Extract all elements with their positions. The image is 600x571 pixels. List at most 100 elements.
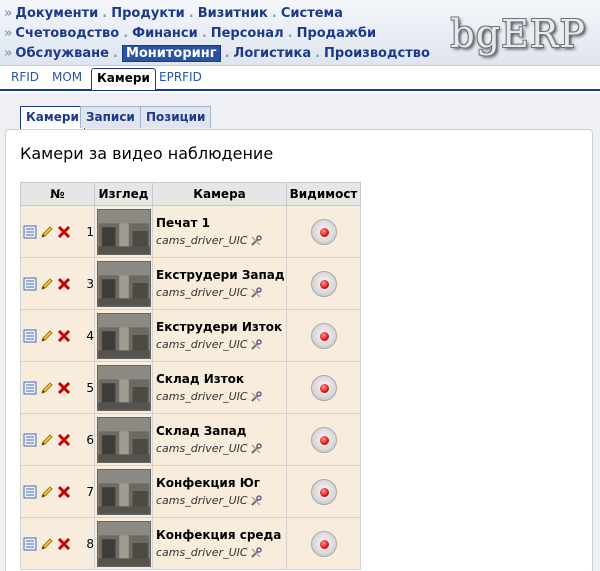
visibility-record-icon[interactable]	[310, 322, 337, 349]
camera-thumbnail[interactable]	[96, 208, 151, 255]
visibility-record-icon[interactable]	[310, 218, 337, 245]
subnav-cameras[interactable]: Камери	[91, 68, 156, 90]
tab-positions[interactable]: Позиции	[140, 106, 212, 128]
delete-x-icon[interactable]	[57, 537, 71, 551]
visibility-record-icon[interactable]	[310, 374, 337, 401]
edit-pencil-icon[interactable]	[40, 329, 54, 343]
camera-thumbnail[interactable]	[96, 260, 151, 307]
menu-separator: .	[123, 26, 129, 41]
edit-pencil-icon[interactable]	[40, 537, 54, 551]
list-icon[interactable]	[23, 225, 37, 239]
header-visibility[interactable]: Видимост	[286, 182, 361, 206]
header-number[interactable]: №	[20, 182, 95, 206]
camera-name[interactable]: Склад Изток	[153, 372, 286, 386]
menu-production[interactable]: Производство	[324, 46, 430, 61]
menu-contacts[interactable]: Визитник	[198, 6, 268, 21]
subnav-eprfid[interactable]: EPRFID	[159, 70, 202, 84]
menu-sales[interactable]: Продажби	[297, 26, 377, 41]
list-icon[interactable]	[23, 277, 37, 291]
camera-name[interactable]: Екструдери Запад	[153, 268, 286, 282]
list-icon[interactable]	[23, 433, 37, 447]
delete-x-icon[interactable]	[57, 433, 71, 447]
visibility-record-icon[interactable]	[310, 426, 337, 453]
menu-system[interactable]: Система	[281, 6, 343, 21]
tab-cameras[interactable]: Камери	[20, 106, 85, 130]
wrench-icon[interactable]	[250, 391, 262, 403]
row-camera-cell: Екструдери Изток cams_driver_UIC	[152, 309, 287, 362]
menu-finance[interactable]: Финанси	[132, 26, 198, 41]
camera-thumbnail[interactable]	[96, 364, 151, 411]
list-icon[interactable]	[23, 485, 37, 499]
header-camera[interactable]: Камера	[152, 182, 287, 206]
list-icon[interactable]	[23, 329, 37, 343]
row-number: 6	[86, 432, 94, 447]
wrench-icon[interactable]	[250, 287, 262, 299]
menu-personnel[interactable]: Персонал	[211, 26, 284, 41]
wrench-icon[interactable]	[250, 443, 262, 455]
row-number: 4	[86, 328, 94, 343]
edit-pencil-icon[interactable]	[40, 277, 54, 291]
row-visibility-cell	[286, 465, 361, 518]
delete-x-icon[interactable]	[57, 277, 71, 291]
menu-monitoring[interactable]: Мониторинг	[121, 45, 221, 62]
edit-pencil-icon[interactable]	[40, 485, 54, 499]
visibility-record-icon[interactable]	[310, 270, 337, 297]
row-visibility-cell	[286, 361, 361, 414]
edit-pencil-icon[interactable]	[40, 433, 54, 447]
menu-separator: .	[201, 26, 207, 41]
edit-pencil-icon[interactable]	[40, 381, 54, 395]
menu-logistics[interactable]: Логистика	[234, 46, 312, 61]
delete-x-icon[interactable]	[57, 329, 71, 343]
app-logo[interactable]: bgERP	[450, 12, 586, 56]
list-icon[interactable]	[23, 381, 37, 395]
header-view[interactable]: Изглед	[94, 182, 153, 206]
subnav-rfid[interactable]: RFID	[11, 70, 39, 84]
menu-separator: .	[224, 46, 230, 61]
wrench-icon[interactable]	[250, 339, 262, 351]
camera-name[interactable]: Конфекция среда	[153, 528, 286, 542]
camera-name[interactable]: Конфекция Юг	[153, 476, 286, 490]
table-header-row: № Изглед Камера Видимост	[20, 182, 361, 206]
row-view-cell	[94, 309, 153, 362]
visibility-record-icon[interactable]	[310, 478, 337, 505]
table-row: 5 Склад Изток cams_driver_UIC	[20, 361, 361, 414]
camera-thumbnail[interactable]	[96, 312, 151, 359]
menu-service[interactable]: Обслужване	[15, 46, 109, 61]
row-visibility-cell	[286, 413, 361, 466]
camera-driver: cams_driver_UIC	[153, 390, 286, 403]
camera-thumbnail[interactable]	[96, 416, 151, 463]
menu-products[interactable]: Продукти	[111, 6, 185, 21]
camera-thumbnail[interactable]	[96, 520, 151, 567]
camera-thumbnail[interactable]	[96, 468, 151, 515]
menu-bullet: »	[4, 26, 13, 41]
camera-driver: cams_driver_UIC	[153, 286, 286, 299]
wrench-icon[interactable]	[250, 547, 262, 559]
row-visibility-cell	[286, 309, 361, 362]
wrench-icon[interactable]	[250, 495, 262, 507]
row-number: 7	[86, 484, 94, 499]
camera-name[interactable]: Печат 1	[153, 216, 286, 230]
delete-x-icon[interactable]	[57, 381, 71, 395]
row-camera-cell: Конфекция Юг cams_driver_UIC	[152, 465, 287, 518]
tab-records[interactable]: Записи	[80, 106, 141, 128]
visibility-record-icon[interactable]	[310, 530, 337, 557]
delete-x-icon[interactable]	[57, 225, 71, 239]
subnav-mom[interactable]: MOM	[52, 70, 82, 84]
list-icon[interactable]	[23, 537, 37, 551]
table-row: 8 Конфекция среда cams_driver_UIC	[20, 517, 361, 570]
sub-navigation: RFID MOM Камери EPRFID	[0, 67, 600, 91]
row-number: 3	[86, 276, 94, 291]
camera-name[interactable]: Екструдери Изток	[153, 320, 286, 334]
row-view-cell	[94, 257, 153, 310]
menu-row-2: » Счетоводство. Финанси. Персонал. Продажби	[4, 26, 376, 44]
row-number: 5	[86, 380, 94, 395]
edit-pencil-icon[interactable]	[40, 225, 54, 239]
delete-x-icon[interactable]	[57, 485, 71, 499]
page-title: Камери за видео наблюдение	[20, 144, 274, 163]
row-camera-cell: Конфекция среда cams_driver_UIC	[152, 517, 287, 570]
wrench-icon[interactable]	[250, 235, 262, 247]
camera-name[interactable]: Склад Запад	[153, 424, 286, 438]
menu-documents[interactable]: Документи	[15, 6, 98, 21]
menu-accounting[interactable]: Счетоводство	[15, 26, 119, 41]
row-camera-cell: Склад Запад cams_driver_UIC	[152, 413, 287, 466]
